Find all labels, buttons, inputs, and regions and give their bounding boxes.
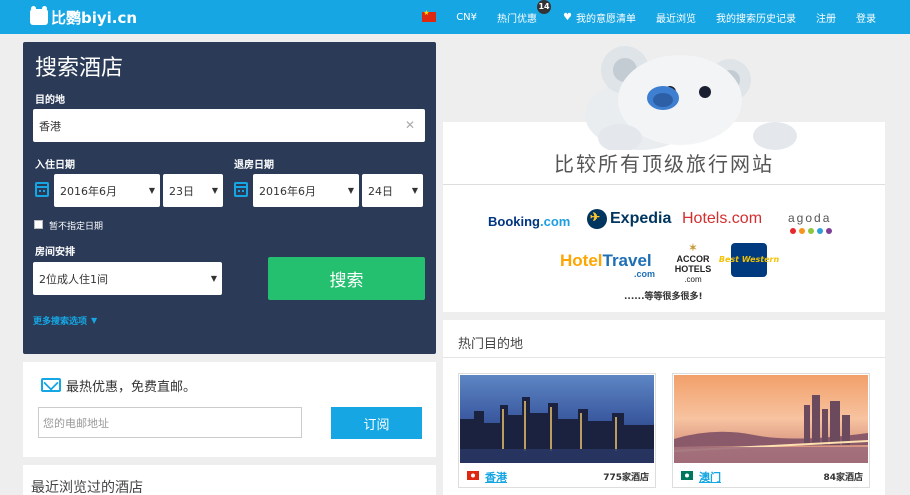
checkout-label: 退房日期	[234, 160, 274, 171]
rooms-select[interactable]: 2位成人住1间 ▼	[33, 262, 222, 295]
agoda-dot	[799, 228, 805, 234]
checkin-day-value: 23日	[169, 184, 194, 198]
checkout-month-select[interactable]: 2016年6月 ▼	[253, 174, 359, 207]
plane-icon	[587, 209, 607, 229]
search-panel-title: 搜索酒店	[35, 56, 124, 81]
checkin-month-value: 2016年6月	[60, 184, 117, 198]
subscribe-button[interactable]: 订阅	[331, 407, 422, 439]
currency-selector[interactable]: CN¥	[456, 12, 477, 23]
booking-logo: Booking.com	[488, 214, 571, 229]
hotel-search-panel: 搜索酒店 目的地 香港 ✕ 入住日期 2016年6月 ▼ 23日 ▼ 退房日期 …	[23, 42, 436, 354]
top-bar: 比鹦biyi.cn CN¥ 热门优惠 14 ♥ 我的意愿清单 最近浏览 我的搜索…	[0, 0, 910, 34]
macau-flag-icon	[681, 471, 693, 480]
bear-logo-icon	[30, 6, 48, 25]
country-flag-button[interactable]	[422, 9, 437, 22]
login-link[interactable]: 登录	[856, 10, 876, 25]
rooms-label: 房间安排	[35, 247, 75, 258]
top-nav: CN¥ 热门优惠 14 ♥ 我的意愿清单 最近浏览 我的搜索历史记录 注册 登录	[422, 0, 910, 34]
wishlist-label: 我的意愿清单	[576, 13, 636, 25]
logo-text: 比鹦biyi.cn	[51, 8, 138, 27]
checkin-calendar-icon[interactable]	[35, 182, 49, 197]
checkout-calendar-icon[interactable]	[234, 182, 248, 197]
hoteltravel-suffix: .com	[634, 269, 656, 279]
checkin-month-select[interactable]: 2016年6月 ▼	[54, 174, 160, 207]
agoda-logo: agoda	[788, 211, 832, 225]
destination-name[interactable]: 澳门	[699, 469, 721, 485]
best-western-logo: Best Western	[719, 243, 779, 277]
no-dates-checkbox[interactable]	[34, 220, 43, 229]
hongkong-flag-icon	[467, 471, 479, 480]
expedia-logo: Expedia	[587, 209, 671, 229]
recent-hotels-card: 最近浏览过的酒店	[23, 465, 436, 495]
china-flag-icon	[422, 9, 437, 22]
search-button[interactable]: 搜索	[268, 257, 425, 300]
chevron-down-icon: ▼	[91, 316, 98, 325]
chevron-down-icon: ▼	[210, 274, 217, 283]
email-field[interactable]: 您的电邮地址	[38, 407, 302, 438]
brands-card: 比较所有顶级旅行网站 Booking.com Expedia Hotels.co…	[443, 122, 885, 312]
agoda-dot	[808, 228, 814, 234]
destinations-title: 热门目的地	[458, 337, 524, 352]
search-history-link[interactable]: 我的搜索历史记录	[716, 10, 796, 25]
clear-icon[interactable]: ✕	[405, 118, 415, 132]
accor-spark-icon: ✶	[688, 243, 698, 254]
hot-deals-link[interactable]: 热门优惠 14	[497, 0, 552, 25]
register-link[interactable]: 注册	[816, 10, 836, 25]
checkout-day-select[interactable]: 24日 ▼	[362, 174, 423, 207]
destination-card-macau[interactable]: 澳门 84家酒店	[672, 373, 870, 488]
compare-title: 比较所有顶级旅行网站	[554, 152, 774, 176]
more-search-options-link[interactable]: 更多搜索选项 ▼	[33, 314, 97, 327]
deals-count-badge: 14	[537, 0, 552, 14]
agoda-dot	[826, 228, 832, 234]
agoda-dots	[790, 228, 835, 234]
checkout-day-value: 24日	[368, 184, 393, 198]
hotel-count: 775家酒店	[603, 473, 649, 483]
hotel-count: 84家酒店	[823, 473, 863, 483]
rooms-value: 2位成人住1间	[39, 272, 108, 286]
popular-destinations-card: 热门目的地 香港 775家酒店 澳门 84家酒店	[443, 320, 885, 495]
accor-logo: ✶ ACCOR HOTELS .com	[674, 243, 712, 285]
and-more-text: ......等等很多很多!	[624, 292, 703, 302]
macau-photo	[674, 375, 868, 463]
recent-hotels-title: 最近浏览过的酒店	[31, 480, 143, 495]
hot-deals-label: 热门优惠	[497, 13, 538, 25]
chevron-down-icon: ▼	[211, 186, 218, 195]
chevron-down-icon: ▼	[148, 186, 155, 195]
recent-link[interactable]: 最近浏览	[656, 10, 696, 25]
hotels-com-logo: Hotels.com	[682, 210, 763, 227]
agoda-dot	[790, 228, 796, 234]
destination-name[interactable]: 香港	[485, 469, 507, 485]
subscribe-card: 最热优惠，免费直邮。 您的电邮地址 订阅	[23, 362, 436, 457]
more-search-options-label: 更多搜索选项	[33, 317, 88, 327]
subscribe-title: 最热优惠，免费直邮。	[66, 380, 197, 395]
checkout-month-value: 2016年6月	[259, 184, 316, 198]
chevron-down-icon: ▼	[411, 186, 418, 195]
destination-label: 目的地	[35, 95, 65, 106]
heart-icon: ♥	[563, 11, 572, 23]
agoda-dot	[817, 228, 823, 234]
checkin-label: 入住日期	[35, 160, 75, 171]
chevron-down-icon: ▼	[347, 186, 354, 195]
destination-input[interactable]: 香港 ✕	[33, 109, 425, 142]
wishlist-link[interactable]: ♥ 我的意愿清单	[563, 10, 636, 25]
destination-card-hongkong[interactable]: 香港 775家酒店	[458, 373, 656, 488]
divider	[443, 357, 885, 358]
logo[interactable]: 比鹦biyi.cn	[30, 6, 137, 28]
hoteltravel-logo: HotelTravel	[560, 251, 652, 270]
destination-value: 香港	[39, 119, 61, 133]
mail-icon	[41, 378, 61, 392]
checkin-day-select[interactable]: 23日 ▼	[163, 174, 223, 207]
divider	[443, 184, 885, 185]
hongkong-photo	[460, 375, 654, 463]
no-dates-label: 暂不指定日期	[49, 222, 104, 232]
bear-mascot-icon	[585, 46, 797, 150]
